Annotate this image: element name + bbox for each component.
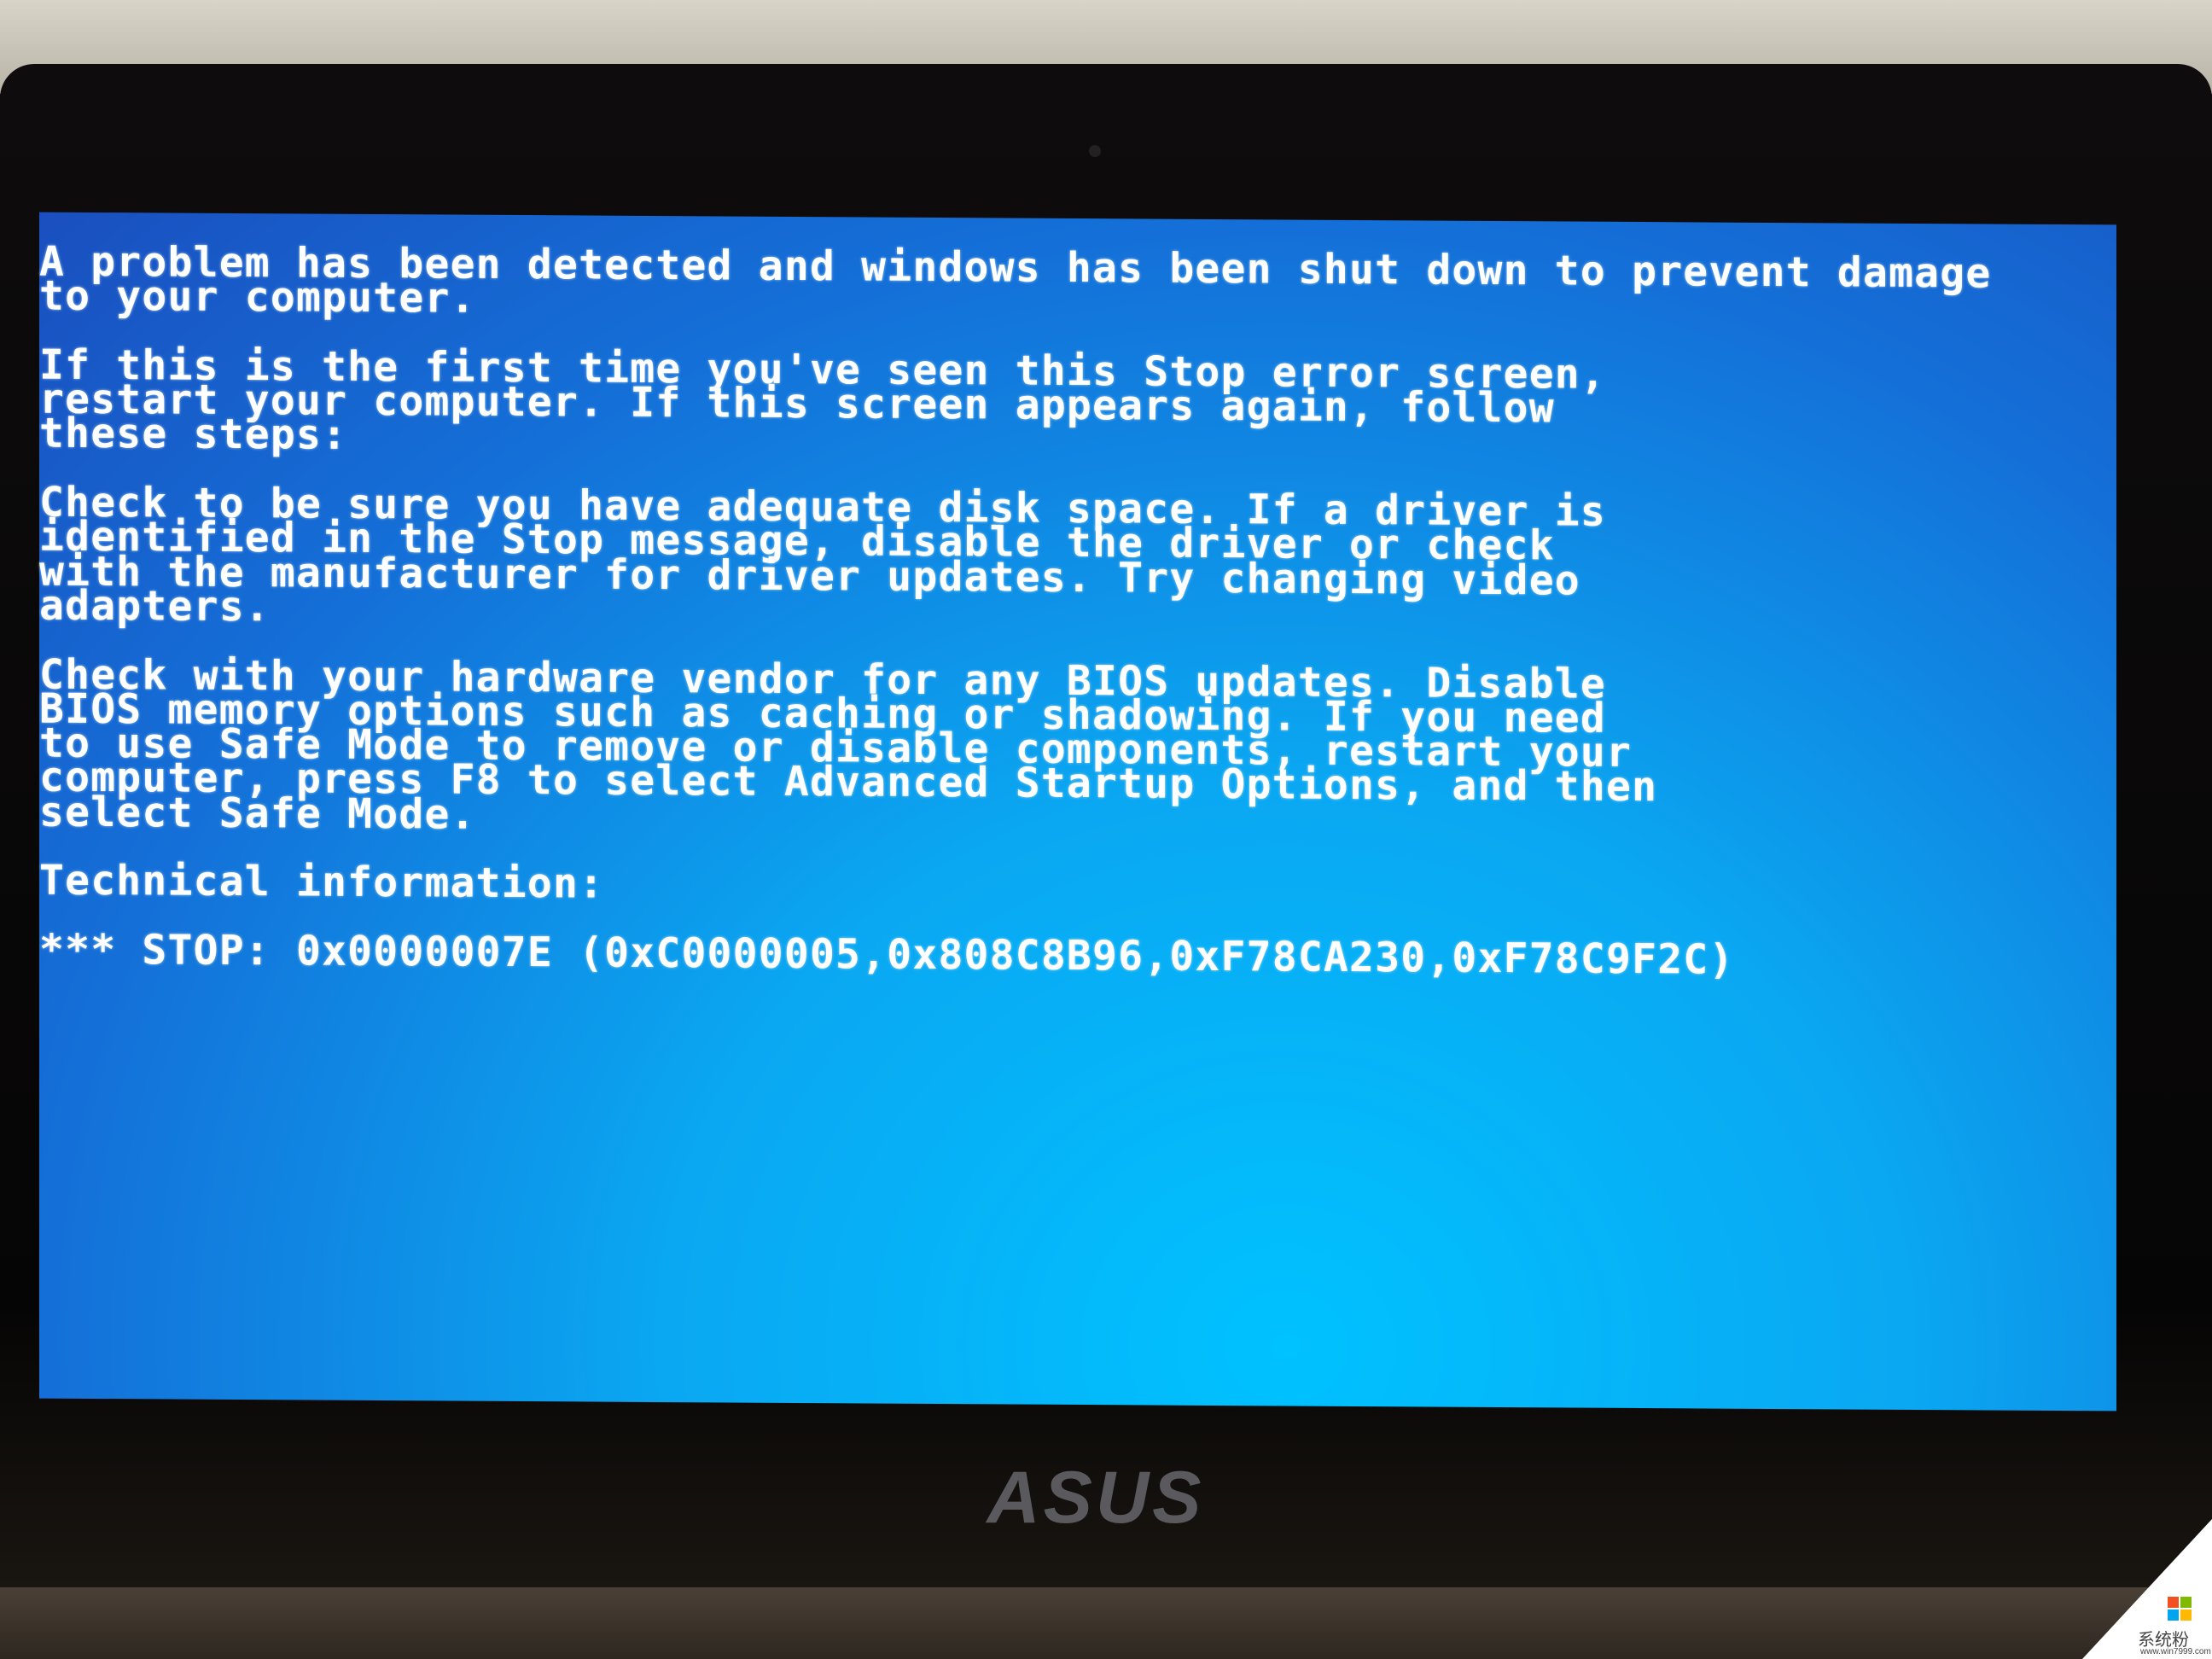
stop-code-line: *** STOP: 0x0000007E (0xC0000005,0x808C8… [39, 925, 1735, 984]
laptop-base [0, 1587, 2212, 1659]
webcam-icon [1089, 145, 1101, 157]
windows-logo-icon [2168, 1597, 2192, 1621]
bsod-message: A problem has been detected and windows … [39, 238, 1991, 984]
watermark-url: www.win7999.com [2140, 1647, 2211, 1656]
blue-screen-of-death: A problem has been detected and windows … [39, 212, 2116, 1412]
asus-logo: ASUS [987, 1457, 1205, 1539]
